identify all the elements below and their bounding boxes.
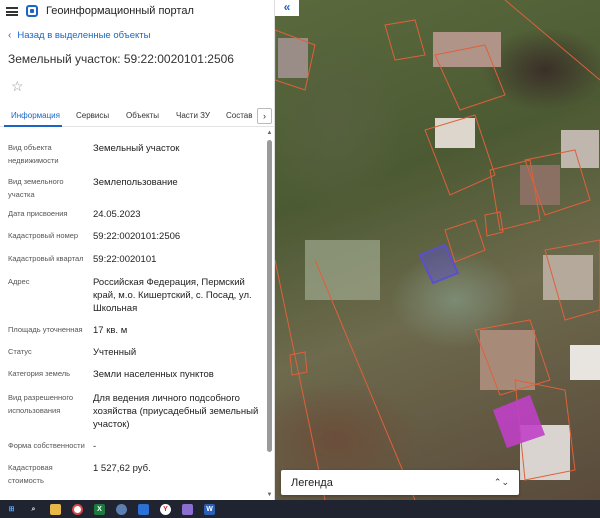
chevron-updown-icon: ⌃⌄ [493,477,509,487]
info-label: Категория земель [8,369,71,378]
building-roof [305,240,380,300]
selected-parcel[interactable] [418,243,460,285]
info-label: Кадастровая стоимость [8,463,53,485]
legend-dropdown[interactable]: Легенда ⌃⌄ [281,470,519,495]
building-roof [570,345,600,380]
info-value: 59:22:0020101 [93,254,157,265]
chevron-left-icon: ‹ [8,30,12,41]
building-roof [543,255,593,300]
building-roof [480,330,535,390]
scroll-up-icon[interactable]: ▲ [266,130,273,138]
info-label: Вид земельного участка [8,177,64,199]
info-label: Площадь уточненная [8,325,83,334]
building-roof [520,165,560,205]
info-value: - [93,441,97,452]
info-value: Земельный участок [93,143,180,154]
info-label: Дата присвоения [8,209,68,218]
tab-bar: Информация Сервисы Объекты Части ЗУ Сост… [0,105,275,127]
legend-label: Легенда [291,476,333,489]
scrollbar-thumb[interactable] [267,140,272,452]
info-value: Землепользование [93,177,178,188]
info-label: Кадастровый квартал [8,254,84,263]
info-value: Земли населенных пунктов [93,369,214,380]
back-link[interactable]: ‹ Назад в выделенные объекты [8,30,150,41]
parcel-boundary [484,211,504,237]
info-label: Адрес [8,277,30,286]
info-scrollbar[interactable]: ▲ ▼ [266,130,273,500]
file-explorer-icon[interactable] [50,503,61,515]
app-window: Геоинформационный портал ‹ Назад в выдел… [0,0,600,500]
info-value: Для ведения личного подсобного хозяйства… [93,393,259,430]
info-value: 17 кв. м [93,325,128,336]
active-tab-indicator [4,125,62,127]
word-icon[interactable]: W [204,503,215,515]
satellite-map[interactable]: « Легенда ⌃⌄ [275,0,600,500]
scroll-down-icon[interactable]: ▼ [266,492,273,500]
collapse-panel-button[interactable]: « [275,0,299,16]
page-title: Земельный участок: 59:22:0020101:2506 [8,52,234,66]
building-roof [561,130,599,168]
info-value: 59:22:0020101:2506 [93,231,181,242]
info-value: Российская Федерация, Пермский край, м.о… [93,277,252,314]
tab-services[interactable]: Сервисы [76,111,109,120]
info-label: Вид разрешенного использования [8,393,74,415]
app-icon[interactable] [182,503,193,515]
tab-information[interactable]: Информация [11,111,60,120]
windows-taskbar: ⊞ ⌕ X Y W [0,500,600,518]
tabs-scroll-right-button[interactable]: › [257,108,272,124]
building-roof [433,32,501,67]
info-value: 24.05.2023 [93,209,141,220]
info-value: Учтенный [93,347,137,358]
building-roof [435,118,475,148]
portal-logo-icon [26,5,38,17]
app-icon[interactable] [116,503,127,515]
tab-objects[interactable]: Объекты [126,111,159,120]
info-label: Форма собственности [8,441,85,450]
top-bar: Геоинформационный портал [0,0,274,22]
map-overlay [275,0,600,500]
info-value: 1 527,62 руб. [93,463,151,474]
tab-parcel-parts[interactable]: Части ЗУ [176,111,210,120]
info-table: Вид объекта недвижимости Земельный участ… [0,130,264,500]
parcel-boundary [504,0,600,81]
yandex-icon[interactable]: Y [160,503,171,515]
menu-icon[interactable] [6,6,18,16]
tab-composition[interactable]: Состав [226,111,253,120]
info-label: Статус [8,347,32,356]
search-icon[interactable]: ⌕ [28,504,39,515]
back-link-label: Назад в выделенные объекты [17,30,151,41]
windows-start-icon[interactable]: ⊞ [6,504,17,515]
app-icon[interactable] [138,503,149,515]
info-label: Кадастровый номер [8,231,79,240]
info-panel: Геоинформационный портал ‹ Назад в выдел… [0,0,275,500]
favorite-star-icon[interactable]: ☆ [11,78,24,95]
chrome-icon[interactable] [72,503,83,515]
excel-icon[interactable]: X [94,503,105,515]
app-title: Геоинформационный портал [46,5,194,17]
info-label: Вид объекта недвижимости [8,143,59,165]
parcel-boundary [384,19,426,61]
building-roof [278,38,308,78]
